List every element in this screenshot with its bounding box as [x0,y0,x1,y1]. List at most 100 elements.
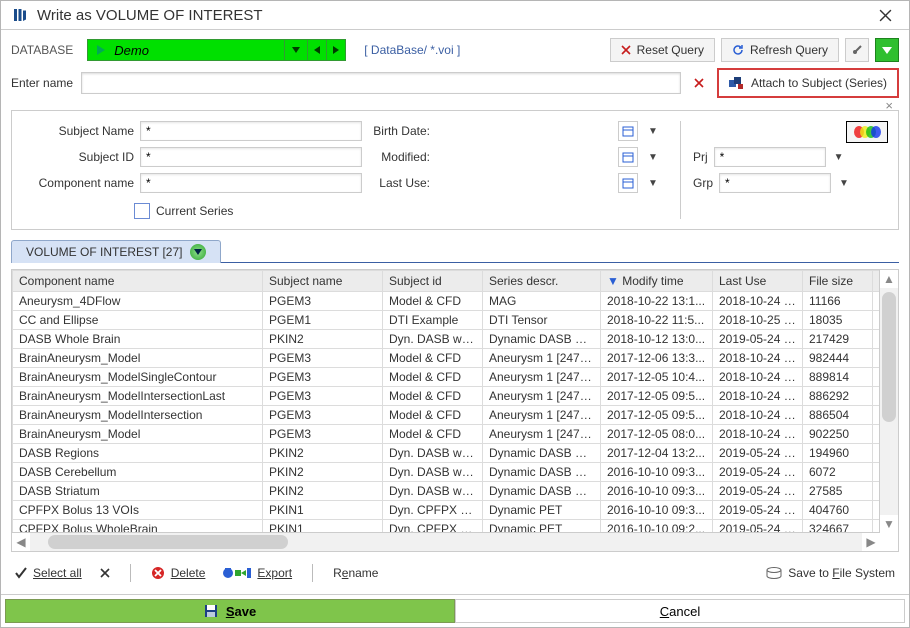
query-info-button[interactable] [845,38,869,62]
close-icon [694,78,704,88]
refresh-query-button[interactable]: Refresh Query [721,38,839,62]
table-cell: 2018-10-24 1... [713,368,803,387]
birth-date-caret[interactable]: ▼ [646,126,660,137]
table-row[interactable]: BrainAneurysm_ModelPGEM3Model & CFDAneur… [13,425,881,444]
component-name-input[interactable] [140,173,362,193]
table-row[interactable]: CPFPX Bolus WholeBrainPKIN1Dyn. CPFPX bo… [13,520,881,534]
table-cell: Dyn. DASB wit... [383,330,483,349]
database-next-button[interactable] [327,39,346,61]
rename-button[interactable]: Rename [333,566,378,580]
table-cell: 18035 [803,311,873,330]
attach-to-subject-button[interactable]: Attach to Subject (Series) [717,68,899,98]
column-header[interactable]: ▼ Modify time [601,271,713,292]
database-caret-button[interactable] [285,39,308,61]
column-header[interactable]: Subject name [263,271,383,292]
last-use-date-caret[interactable]: ▼ [646,178,660,189]
window-title: Write as VOLUME OF INTEREST [37,7,871,24]
results-panel: Component nameSubject nameSubject idSeri… [11,269,899,552]
modified-date-caret[interactable]: ▼ [646,152,660,163]
grp-input[interactable] [719,173,831,193]
window-close-button[interactable] [871,5,899,25]
refresh-icon [732,44,744,56]
table-cell: 11166 [803,292,873,311]
subject-name-label: Subject Name [22,124,134,138]
table-cell: PKIN2 [263,330,383,349]
scroll-up-arrow[interactable]: ▲ [880,270,898,288]
enter-name-input[interactable] [81,72,681,94]
database-path: [ DataBase/ *.voi ] [364,43,460,57]
cancel-button[interactable]: Cancel [455,599,905,623]
current-series-checkbox[interactable] [134,203,150,219]
table-cell: DTI Tensor [483,311,601,330]
birth-date-picker[interactable] [618,121,638,141]
table-cell: Model & CFD [383,387,483,406]
chevron-left-icon [314,46,320,54]
table-row[interactable]: DASB StriatumPKIN2Dyn. DASB wit...Dynami… [13,482,881,501]
birth-date-label: Birth Date: [362,124,430,138]
column-header[interactable]: Last Use [713,271,803,292]
scroll-down-arrow[interactable]: ▼ [880,515,898,533]
subject-id-input[interactable] [140,147,362,167]
table-cell: 6072 [803,463,873,482]
delete-button[interactable]: Delete [151,566,206,580]
database-selector: Demo [87,39,346,61]
table-row[interactable]: CPFPX Bolus 13 VOIsPKIN1Dyn. CPFPX bo...… [13,501,881,520]
table-row[interactable]: BrainAneurysm_ModelPGEM3Model & CFDAneur… [13,349,881,368]
table-cell: Aneurysm 1 [2479... [483,425,601,444]
subject-id-label: Subject ID [22,150,134,164]
app-logo-icon [11,6,29,24]
subject-name-input[interactable] [140,121,362,141]
scroll-right-arrow[interactable]: ▶ [862,533,880,551]
clear-name-button[interactable] [689,73,709,93]
table-row[interactable]: DASB Whole BrainPKIN2Dyn. DASB wit...Dyn… [13,330,881,349]
calendar-icon [622,177,634,189]
save-to-filesystem-button[interactable]: Save to File System [766,566,895,580]
database-dropdown[interactable]: Demo [87,39,285,61]
table-row[interactable]: BrainAneurysm_ModelSingleContourPGEM3Mod… [13,368,881,387]
table-row[interactable]: BrainAneurysm_ModelIntersectionPGEM3Mode… [13,406,881,425]
table-cell: PGEM3 [263,406,383,425]
filter-collapse-button[interactable]: × [875,98,893,110]
database-prev-button[interactable] [308,39,327,61]
column-header[interactable]: Series descr. [483,271,601,292]
titlebar: Write as VOLUME OF INTEREST [1,1,909,30]
table-cell: Model & CFD [383,368,483,387]
table-cell: 2017-12-05 09:5... [601,387,713,406]
vertical-scrollbar[interactable]: ▲ ▼ [879,270,898,533]
scroll-left-arrow[interactable]: ◀ [12,533,30,551]
component-name-label: Component name [22,176,134,190]
table-cell: 2017-12-06 13:3... [601,349,713,368]
color-preset-button[interactable] [846,121,888,143]
select-all-button[interactable]: Select all [15,566,82,580]
last-use-date-picker[interactable] [618,173,638,193]
table-cell: 902250 [803,425,873,444]
column-header[interactable]: Subject id [383,271,483,292]
table-cell: 2018-10-24 1... [713,425,803,444]
tab-voi[interactable]: VOLUME OF INTEREST [27] [11,240,221,263]
deselect-all-button[interactable] [100,568,110,578]
table-row[interactable]: DASB CerebellumPKIN2Dyn. DASB wit...Dyna… [13,463,881,482]
table-cell: 2016-10-10 09:2... [601,520,713,534]
table-row[interactable]: BrainAneurysm_ModelIntersectionLastPGEM3… [13,387,881,406]
table-cell: PKIN2 [263,463,383,482]
enter-name-row: Enter name Attach to Subject (Series) [11,68,899,98]
tab-dropdown-icon[interactable] [190,244,206,260]
column-header[interactable]: File size [803,271,873,292]
table-cell: BrainAneurysm_ModelIntersectionLast [13,387,263,406]
table-cell: Aneurysm 1 [2479... [483,406,601,425]
table-cell: 404760 [803,501,873,520]
run-query-button[interactable] [875,38,899,62]
column-header[interactable]: Component name [13,271,263,292]
reset-query-button[interactable]: Reset Query [610,38,715,62]
table-cell: 324667 [803,520,873,534]
table-row[interactable]: Aneurysm_4DFlowPGEM3Model & CFDMAG2018-1… [13,292,881,311]
table-row[interactable]: CC and EllipsePGEM1DTI ExampleDTI Tensor… [13,311,881,330]
prj-input[interactable] [714,147,826,167]
export-button[interactable]: Export [223,566,292,580]
save-button[interactable]: Save [5,599,455,623]
modified-date-picker[interactable] [618,147,638,167]
table-cell: BrainAneurysm_ModelSingleContour [13,368,263,387]
chevron-down-icon [292,47,300,53]
horizontal-scrollbar[interactable]: ◀ ▶ [12,532,880,551]
table-row[interactable]: DASB RegionsPKIN2Dyn. DASB wit...Dynamic… [13,444,881,463]
